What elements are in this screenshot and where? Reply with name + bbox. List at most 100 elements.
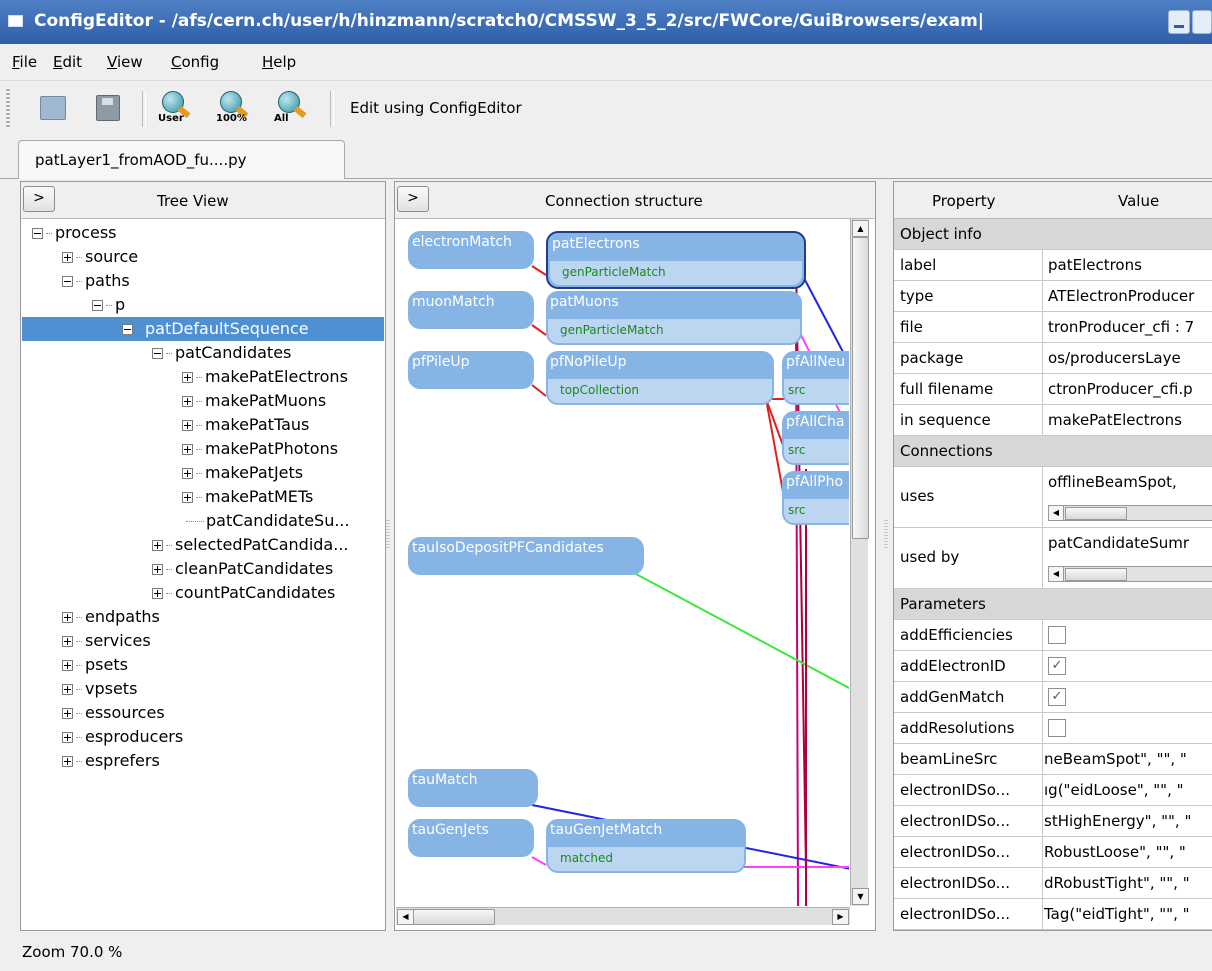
tree-node-cleanPatCandidates[interactable]: cleanPatCandidates (152, 557, 333, 581)
open-button[interactable] (32, 87, 72, 129)
menu-file[interactable]: File (12, 53, 37, 71)
expand-icon[interactable] (62, 636, 73, 647)
expand-icon[interactable] (182, 444, 193, 455)
menu-view[interactable]: View (107, 53, 143, 71)
node-port[interactable]: src (784, 499, 849, 523)
node-port[interactable]: src (784, 379, 849, 403)
param-addGenMatch[interactable]: addGenMatch ✓ (894, 682, 1212, 713)
scroll-thumb[interactable] (852, 237, 869, 539)
toolbar-grip[interactable] (6, 89, 10, 129)
used-by-scrollbar[interactable]: ◀ (1048, 566, 1212, 582)
expand-icon[interactable] (152, 564, 163, 575)
property-row-used-by[interactable]: used by patCandidateSumr ◀ (894, 528, 1212, 589)
node-pfNoPileUp[interactable]: pfNoPileUp topCollection (546, 351, 774, 405)
scroll-left-arrow[interactable]: ◀ (1049, 567, 1064, 581)
minimize-button[interactable] (1168, 10, 1190, 34)
graph-vertical-scrollbar[interactable]: ▲ ▼ (850, 219, 869, 906)
param-electronIDSource[interactable]: electronIDSo... ıg("eidLoose", "", " (894, 775, 1212, 806)
property-row-type[interactable]: type ATElectronProducer (894, 281, 1212, 312)
tree-node-selectedPatCandidates[interactable]: selectedPatCandida... (152, 533, 348, 557)
node-tauGenJets[interactable]: tauGenJets (408, 819, 534, 857)
collapse-icon[interactable] (32, 228, 43, 239)
node-tauGenJetMatch[interactable]: tauGenJetMatch matched (546, 819, 746, 873)
tree-node-makePatPhotons[interactable]: makePatPhotons (182, 437, 338, 461)
connection-graph[interactable]: electronMatch patElectrons genParticleMat… (396, 219, 849, 906)
scroll-thumb[interactable] (413, 909, 495, 925)
node-port[interactable]: matched (548, 847, 744, 871)
tree-node-paths[interactable]: paths (62, 269, 130, 293)
expand-icon[interactable] (62, 660, 73, 671)
tree-node-vpsets[interactable]: vpsets (62, 677, 137, 701)
expand-icon[interactable] (182, 372, 193, 383)
tree-node-patCandidates[interactable]: patCandidates (152, 341, 291, 365)
tree-node-makePatMETs[interactable]: makePatMETs (182, 485, 313, 509)
tree-toggle-button[interactable]: > (23, 186, 55, 212)
expand-icon[interactable] (62, 612, 73, 623)
tree-node-process[interactable]: process (32, 221, 116, 245)
zoom-all-button[interactable]: All (268, 87, 308, 129)
checkbox[interactable] (1048, 719, 1066, 737)
checkbox[interactable]: ✓ (1048, 657, 1066, 675)
expand-icon[interactable] (62, 756, 73, 767)
collapse-icon[interactable] (62, 276, 73, 287)
graph-horizontal-scrollbar[interactable]: ◀ ▶ (396, 907, 850, 925)
menu-config[interactable]: Config (171, 53, 219, 71)
tree-node-esprefers[interactable]: esprefers (62, 749, 160, 773)
node-pfPileUp[interactable]: pfPileUp (408, 351, 534, 389)
menu-edit[interactable]: Edit (53, 53, 82, 71)
zoom-user-button[interactable]: User (152, 87, 192, 129)
window-icon[interactable] (8, 15, 23, 27)
collapse-icon[interactable] (152, 348, 163, 359)
expand-icon[interactable] (62, 252, 73, 263)
expand-icon[interactable] (62, 684, 73, 695)
tree-node-essources[interactable]: essources (62, 701, 165, 725)
tree-node-services[interactable]: services (62, 629, 151, 653)
param-electronIDSource[interactable]: electronIDSo... Tag("eidTight", "", " (894, 899, 1212, 930)
value-column-header[interactable]: Value (1118, 192, 1159, 210)
expand-icon[interactable] (152, 540, 163, 551)
property-row-label[interactable]: label patElectrons (894, 250, 1212, 281)
node-patMuons[interactable]: patMuons genParticleMatch (546, 291, 802, 345)
node-tauMatch[interactable]: tauMatch (408, 769, 538, 807)
expand-icon[interactable] (182, 420, 193, 431)
node-port[interactable]: genParticleMatch (548, 319, 800, 343)
param-electronIDSource[interactable]: electronIDSo... stHighEnergy", "", " (894, 806, 1212, 837)
section-parameters[interactable]: Parameters (894, 589, 1212, 620)
checkbox[interactable] (1048, 626, 1066, 644)
node-port[interactable]: topCollection (548, 379, 772, 403)
tree-node-esproducers[interactable]: esproducers (62, 725, 183, 749)
file-tab[interactable]: patLayer1_fromAOD_fu....py (18, 140, 345, 179)
node-port[interactable]: genParticleMatch (550, 261, 802, 285)
property-row-package[interactable]: package os/producersLaye (894, 343, 1212, 374)
scroll-left-arrow[interactable]: ◀ (397, 909, 414, 925)
scroll-left-arrow[interactable]: ◀ (1049, 506, 1064, 520)
tree-node-patCandidateSummary[interactable]: patCandidateSu... (186, 509, 350, 533)
expand-icon[interactable] (62, 708, 73, 719)
property-row-uses[interactable]: uses offlineBeamSpot, ◀ (894, 467, 1212, 528)
param-addEfficiencies[interactable]: addEfficiencies (894, 620, 1212, 651)
uses-scrollbar[interactable]: ◀ (1048, 505, 1212, 521)
node-tauIsoDepositPFCandidates[interactable]: tauIsoDepositPFCandidates (408, 537, 644, 575)
maximize-button[interactable] (1192, 10, 1212, 34)
node-electronMatch[interactable]: electronMatch (408, 231, 534, 269)
checkbox[interactable]: ✓ (1048, 688, 1066, 706)
property-row-in-sequence[interactable]: in sequence makePatElectrons (894, 405, 1212, 436)
collapse-icon[interactable] (122, 324, 133, 335)
scroll-down-arrow[interactable]: ▼ (852, 888, 869, 905)
expand-icon[interactable] (182, 468, 193, 479)
node-pfAllPhotons[interactable]: pfAllPho src (782, 471, 849, 525)
tree-node-endpaths[interactable]: endpaths (62, 605, 160, 629)
tree-node-psets[interactable]: psets (62, 653, 128, 677)
property-row-full-filename[interactable]: full filename ctronProducer_cfi.p (894, 374, 1212, 405)
menu-help[interactable]: Help (262, 53, 296, 71)
node-pfAllChargedHadrons[interactable]: pfAllCha src (782, 411, 849, 465)
scroll-thumb[interactable] (1065, 507, 1127, 520)
node-port[interactable]: src (784, 439, 849, 463)
node-pfAllNeutralHadrons[interactable]: pfAllNeu src (782, 351, 849, 405)
param-addElectronID[interactable]: addElectronID ✓ (894, 651, 1212, 682)
save-button[interactable] (86, 87, 126, 129)
connection-toggle-button[interactable]: > (397, 186, 429, 212)
node-muonMatch[interactable]: muonMatch (408, 291, 534, 329)
param-addResolutions[interactable]: addResolutions (894, 713, 1212, 744)
node-patElectrons[interactable]: patElectrons genParticleMatch (546, 231, 806, 289)
